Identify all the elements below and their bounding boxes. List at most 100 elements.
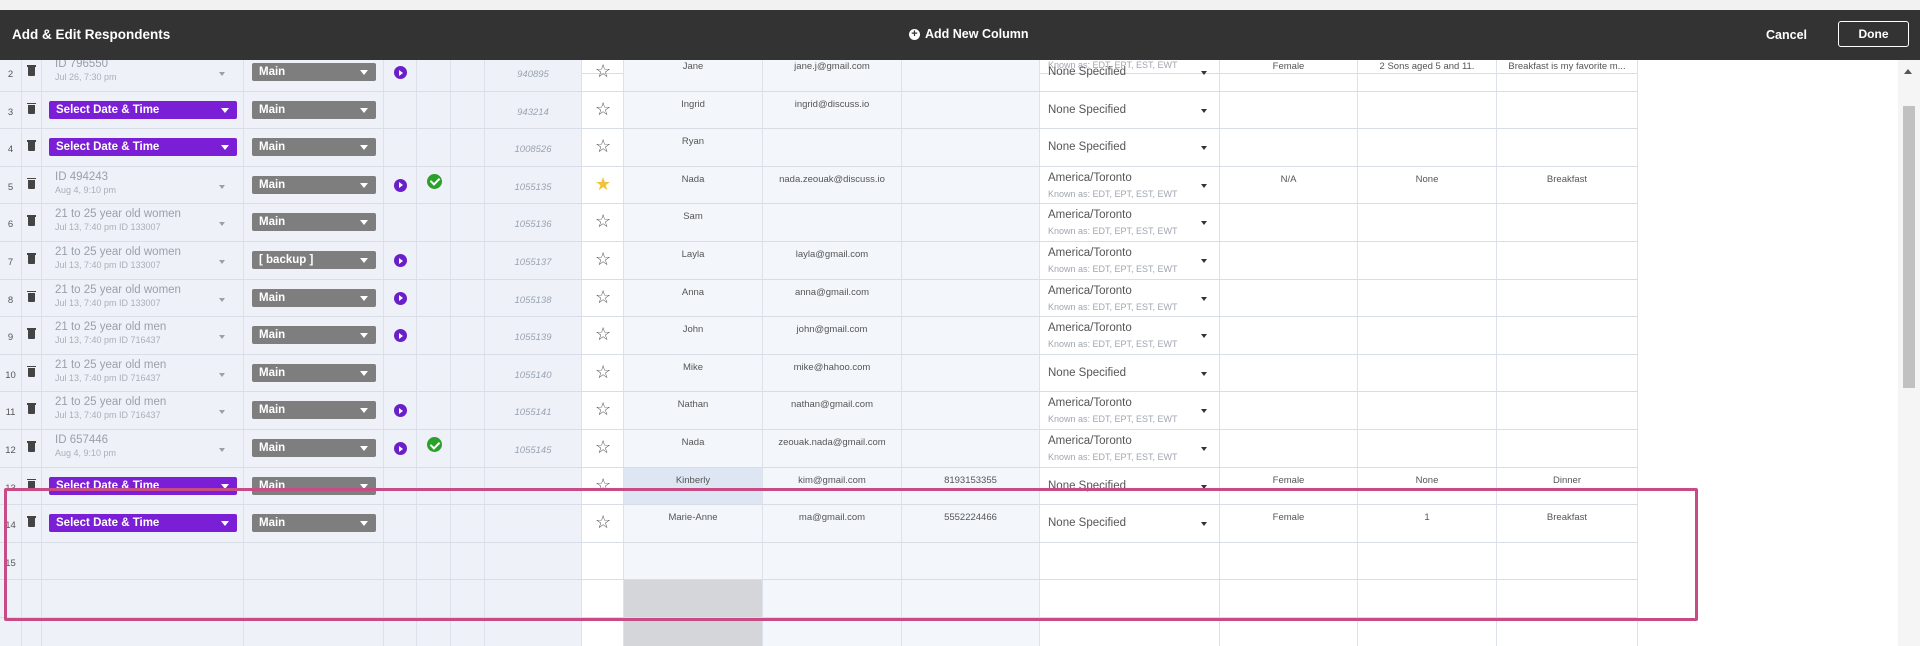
kids-cell[interactable]	[1358, 430, 1497, 467]
timezone-cell[interactable]: America/Toronto Known as: EDT, EPT, EST, …	[1040, 279, 1220, 317]
star-outline-icon[interactable]: ☆	[595, 438, 611, 456]
timezone-cell[interactable]: America/Toronto Known as: EDT, EPT, EST, …	[1040, 242, 1220, 279]
email-cell[interactable]: mike@hahoo.com	[763, 354, 902, 392]
group-cell[interactable]: Main	[244, 129, 384, 166]
timezone-cell[interactable]	[1040, 542, 1220, 580]
chevron-down-icon[interactable]	[1201, 183, 1207, 188]
group-dropdown[interactable]: Main	[252, 288, 376, 307]
star-outline-icon[interactable]: ☆	[595, 513, 611, 531]
chevron-down-icon[interactable]	[1201, 146, 1207, 151]
group-dropdown[interactable]: Main	[252, 175, 376, 194]
group-dropdown[interactable]: Main	[252, 476, 376, 495]
star-outline-icon[interactable]: ☆	[595, 363, 611, 381]
meal-cell[interactable]	[1497, 91, 1638, 129]
chevron-down-icon[interactable]	[1201, 409, 1207, 414]
meal-cell[interactable]	[1497, 317, 1638, 354]
timezone-cell[interactable]	[1040, 580, 1220, 617]
done-button[interactable]: Done	[1838, 21, 1909, 47]
trash-icon[interactable]	[27, 290, 36, 302]
group-cell[interactable]: Main	[244, 204, 384, 241]
group-cell[interactable]: Main	[244, 91, 384, 129]
meal-cell[interactable]	[1497, 580, 1638, 617]
group-cell[interactable]: Main	[244, 430, 384, 467]
meal-cell[interactable]	[1497, 542, 1638, 580]
group-cell[interactable]: Main	[244, 505, 384, 542]
session-cell[interactable]: ID 796550 Jul 26, 7:30 pm	[42, 60, 244, 91]
first-name-cell[interactable]: Mike	[624, 354, 763, 392]
select-date-time-button[interactable]: Select Date & Time	[49, 514, 237, 533]
play-icon[interactable]	[394, 329, 407, 343]
kids-cell[interactable]	[1358, 317, 1497, 354]
session-cell[interactable]: ID 657446 Aug 4, 9:10 pm	[42, 430, 244, 467]
group-cell[interactable]: Main	[244, 279, 384, 317]
email-cell[interactable]: ma@gmail.com	[763, 505, 902, 542]
session-cell[interactable]	[42, 618, 244, 646]
star-outline-icon[interactable]: ☆	[595, 325, 611, 343]
kids-cell[interactable]: None	[1358, 166, 1497, 204]
star-outline-icon[interactable]: ☆	[595, 212, 611, 230]
email-cell[interactable]	[763, 618, 902, 646]
email-cell[interactable]	[763, 204, 902, 241]
meal-cell[interactable]: Dinner	[1497, 467, 1638, 505]
session-cell[interactable]: 21 to 25 year old women Jul 13, 7:40 pm I…	[42, 242, 244, 279]
group-cell[interactable]: Main	[244, 317, 384, 354]
add-new-column-button[interactable]: + Add New Column	[909, 27, 1028, 41]
first-name-cell[interactable]	[624, 580, 763, 617]
group-dropdown[interactable]: Main	[252, 138, 376, 157]
gender-cell[interactable]	[1220, 317, 1358, 354]
timezone-cell[interactable]: America/Toronto Known as: EDT, EPT, EST, …	[1040, 430, 1220, 467]
gender-cell[interactable]: Female	[1220, 467, 1358, 505]
chevron-down-icon[interactable]	[1201, 259, 1207, 263]
gender-cell[interactable]	[1220, 354, 1358, 392]
play-icon[interactable]	[394, 254, 407, 267]
timezone-cell[interactable]	[1040, 618, 1220, 646]
gender-cell[interactable]	[1220, 204, 1358, 241]
group-dropdown[interactable]: Main	[252, 363, 376, 382]
email-cell[interactable]: john@gmail.com	[763, 317, 902, 354]
email-cell[interactable]: nathan@gmail.com	[763, 392, 902, 429]
session-cell[interactable]	[42, 542, 244, 580]
kids-cell[interactable]	[1358, 242, 1497, 279]
group-dropdown[interactable]: Main	[252, 100, 376, 119]
session-cell[interactable]: Select Date & Time	[42, 505, 244, 542]
timezone-cell[interactable]: America/Toronto Known as: EDT, EPT, EST, …	[1040, 166, 1220, 204]
session-cell[interactable]: Select Date & Time	[42, 129, 244, 166]
first-name-cell[interactable]: Marie-Anne	[624, 505, 763, 542]
kids-cell[interactable]	[1358, 91, 1497, 129]
phone-cell[interactable]: 8193153355	[902, 467, 1040, 505]
phone-cell[interactable]	[902, 129, 1040, 166]
first-name-cell[interactable]: Sam	[624, 204, 763, 241]
meal-cell[interactable]: Breakfast is my favorite m...	[1497, 60, 1638, 91]
kids-cell[interactable]	[1358, 618, 1497, 646]
trash-icon[interactable]	[27, 253, 36, 264]
star-outline-icon[interactable]: ☆	[595, 288, 611, 306]
star-outline-icon[interactable]: ☆	[595, 100, 611, 118]
star-outline-icon[interactable]: ☆	[595, 400, 611, 418]
first-name-cell[interactable]	[624, 542, 763, 580]
group-cell[interactable]: Main	[244, 166, 384, 204]
scroll-up-arrow-icon[interactable]	[1904, 69, 1912, 74]
email-cell[interactable]	[763, 580, 902, 617]
email-cell[interactable]: ingrid@discuss.io	[763, 91, 902, 129]
timezone-cell[interactable]: None Specified	[1040, 505, 1220, 542]
play-icon[interactable]	[394, 291, 407, 305]
star-filled-icon[interactable]: ★	[595, 175, 611, 193]
select-date-time-button[interactable]: Select Date & Time	[49, 476, 237, 495]
phone-cell[interactable]	[902, 91, 1040, 129]
trash-icon[interactable]	[27, 328, 36, 340]
group-dropdown[interactable]: Main	[252, 63, 376, 81]
session-cell[interactable]: 21 to 25 year old men Jul 13, 7:40 pm ID …	[42, 317, 244, 354]
meal-cell[interactable]	[1497, 279, 1638, 317]
phone-cell[interactable]	[902, 242, 1040, 279]
meal-cell[interactable]	[1497, 354, 1638, 392]
chevron-down-icon[interactable]	[1201, 447, 1207, 451]
timezone-cell[interactable]: None Specified	[1040, 467, 1220, 505]
session-cell[interactable]: 21 to 25 year old women Jul 13, 7:40 pm I…	[42, 279, 244, 317]
chevron-down-icon[interactable]	[1201, 296, 1207, 301]
first-name-cell[interactable]: Anna	[624, 279, 763, 317]
gender-cell[interactable]	[1220, 242, 1358, 279]
kids-cell[interactable]	[1358, 354, 1497, 392]
trash-icon[interactable]	[27, 441, 36, 452]
vertical-scrollbar[interactable]	[1898, 60, 1920, 646]
first-name-cell[interactable]: Layla	[624, 242, 763, 279]
